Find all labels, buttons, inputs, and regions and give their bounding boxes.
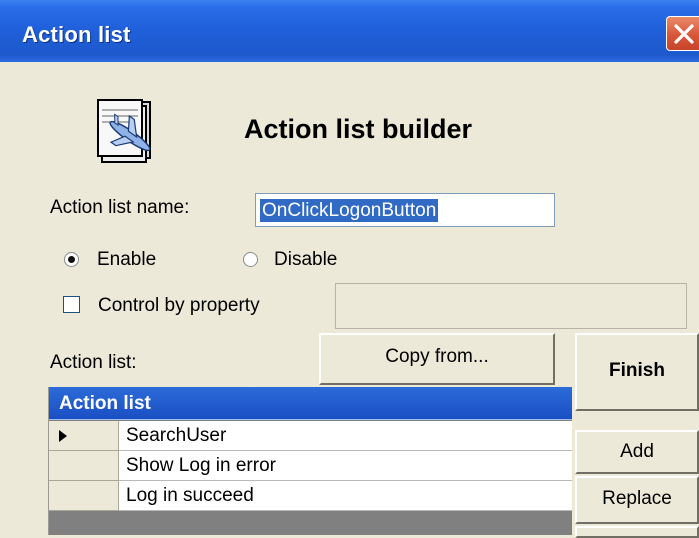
window-title: Action list: [22, 22, 131, 47]
add-button[interactable]: Add: [575, 430, 699, 474]
close-button[interactable]: [666, 16, 699, 51]
row-pointer-icon: [59, 430, 67, 442]
action-list-name-label: Action list name:: [50, 197, 190, 218]
control-by-property-checkbox[interactable]: [63, 296, 80, 313]
table-row[interactable]: SearchUser: [49, 421, 572, 451]
disable-label[interactable]: Disable: [274, 249, 337, 271]
property-field[interactable]: [335, 283, 687, 329]
row-name-cell[interactable]: SearchUser: [119, 421, 572, 451]
enable-label[interactable]: Enable: [97, 249, 156, 271]
copy-from-button[interactable]: Copy from...: [319, 333, 555, 385]
disable-radio[interactable]: [243, 252, 258, 267]
next-button-partial[interactable]: [575, 526, 699, 538]
row-name-cell[interactable]: Log in succeed: [119, 481, 572, 511]
airplane-document-icon: [92, 96, 164, 171]
title-bar[interactable]: Action list: [0, 0, 699, 62]
action-list-grid[interactable]: Action list SearchUser Show Log in error…: [48, 387, 572, 535]
finish-button[interactable]: Finish: [575, 333, 699, 411]
dialog-heading: Action list builder: [244, 114, 473, 144]
row-name-cell[interactable]: Show Log in error: [119, 451, 572, 481]
enable-radio[interactable]: [64, 252, 79, 267]
action-list-name-input[interactable]: OnClickLogonButton: [255, 193, 555, 227]
action-list-name-value: OnClickLogonButton: [260, 199, 439, 222]
close-icon: [674, 24, 694, 44]
row-selector[interactable]: [49, 451, 119, 481]
action-list-label: Action list:: [50, 352, 137, 373]
row-selector[interactable]: [49, 421, 119, 451]
row-selector[interactable]: [49, 481, 119, 511]
table-row[interactable]: Show Log in error: [49, 451, 572, 481]
replace-button[interactable]: Replace: [575, 476, 699, 524]
control-by-property-label[interactable]: Control by property: [98, 295, 260, 317]
enable-radio-dot: [68, 256, 75, 263]
table-row[interactable]: Log in succeed: [49, 481, 572, 511]
grid-column-header[interactable]: Action list: [49, 387, 572, 420]
